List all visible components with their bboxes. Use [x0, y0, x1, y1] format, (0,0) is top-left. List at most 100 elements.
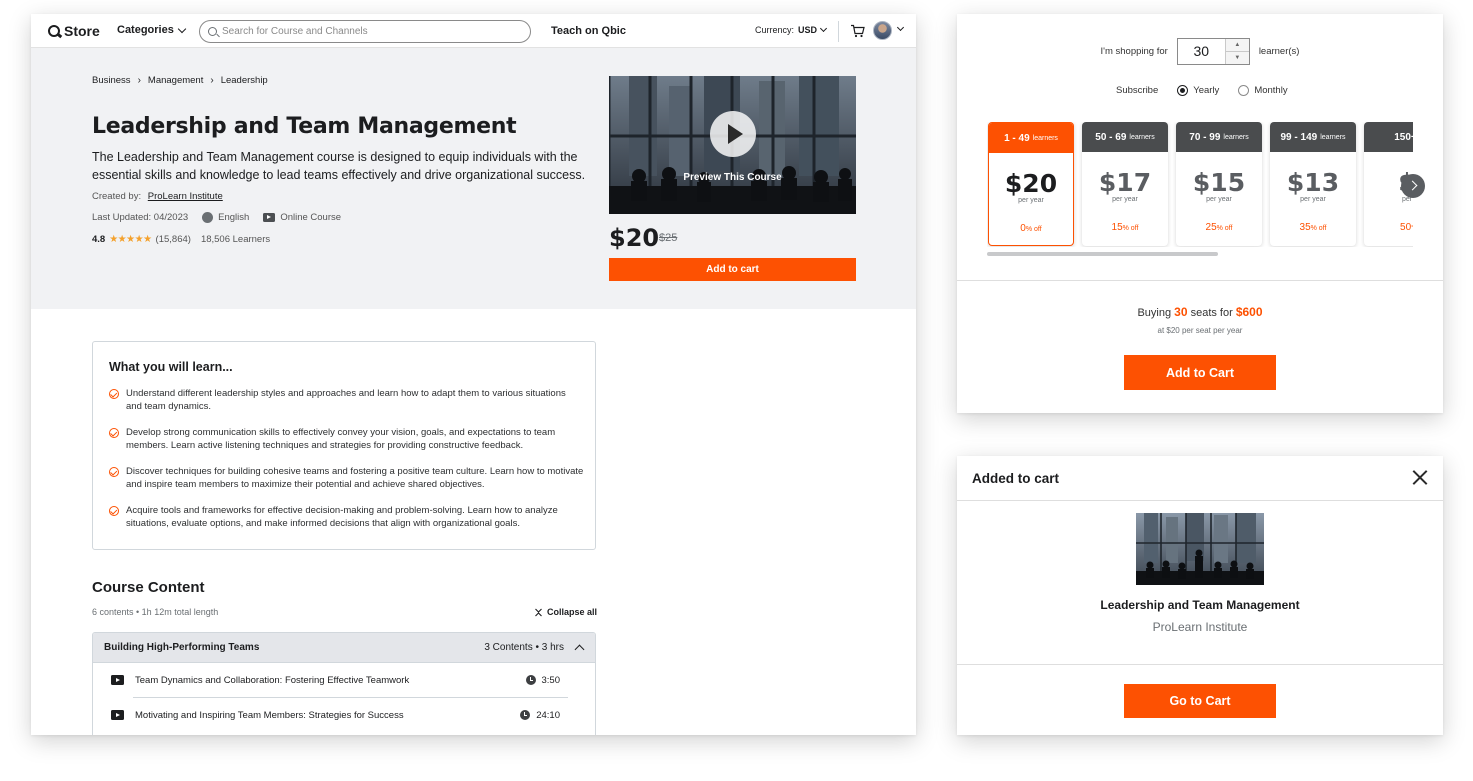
pricing-tiers: 1 - 49 learners $20 per year 0% off 50 - … — [987, 122, 1413, 247]
lesson-row[interactable]: Team Dynamics and Collaboration: Fosteri… — [93, 663, 595, 697]
clock-icon — [520, 710, 531, 720]
discount-label: % off — [1310, 225, 1327, 232]
chevron-right-icon[interactable] — [1401, 174, 1425, 198]
course-page: Store Categories Teach on Qbic Currency:… — [31, 14, 916, 735]
search-bar[interactable] — [199, 20, 531, 43]
rating: 4.8 ★★★★★ (15,864) 18,506 Learners — [92, 234, 270, 245]
original-price: $25 — [659, 232, 678, 244]
collapse-label: Collapse all — [547, 607, 598, 617]
currency-selector[interactable]: Currency: USD — [755, 24, 828, 35]
collapse-all-button[interactable]: Collapse all — [534, 607, 597, 617]
lesson-duration: 3:50 — [525, 674, 561, 686]
add-to-cart-button[interactable]: Add to cart — [609, 258, 856, 281]
nav-divider — [838, 21, 839, 42]
last-updated: Last Updated: 04/2023 — [92, 212, 189, 223]
section-header[interactable]: Building High-Performing Teams 3 Content… — [93, 633, 595, 663]
tier-card[interactable]: 50 - 69 learners $17 per year 15% off — [1082, 122, 1168, 246]
search-icon — [208, 27, 217, 36]
lesson-title: Motivating and Inspiring Team Members: S… — [135, 709, 404, 721]
created-by-label: Created by: — [92, 191, 142, 202]
play-icon[interactable] — [710, 111, 756, 157]
globe-icon — [202, 212, 214, 223]
course-meta: Last Updated: 04/2023 English Online Cou… — [92, 212, 341, 223]
breadcrumb-item[interactable]: Leadership — [221, 75, 268, 86]
tier-card[interactable]: 1 - 49 learners $20 per year 0% off — [988, 122, 1074, 246]
tier-header: 150+ — [1364, 122, 1413, 152]
yearly-radio[interactable]: Yearly — [1177, 85, 1219, 96]
course-description: The Leadership and Team Management cours… — [92, 150, 586, 182]
tier-header: 50 - 69 learners — [1082, 122, 1168, 152]
section-meta: 3 Contents • 3 hrs — [484, 642, 564, 653]
rating-count: (15,864) — [155, 234, 191, 245]
discount-value: 35 — [1299, 222, 1311, 233]
course-content-summary: 6 contents • 1h 12m total length — [92, 607, 219, 617]
tier-card[interactable]: 70 - 99 learners $15 per year 25% off — [1176, 122, 1262, 246]
search-input[interactable] — [222, 26, 502, 37]
radio-icon[interactable] — [1238, 85, 1250, 96]
increment-icon[interactable]: ▲ — [1225, 39, 1249, 51]
tier-card[interactable]: 99 - 149 learners $13 per year 35% off — [1270, 122, 1356, 246]
discount-value: 15 — [1111, 222, 1123, 233]
divider — [957, 280, 1443, 281]
duration-text: 3:50 — [541, 674, 561, 686]
close-icon[interactable] — [1412, 469, 1428, 485]
discount-value: 25 — [1205, 222, 1217, 233]
horizontal-scrollbar[interactable] — [987, 252, 1218, 256]
video-icon — [263, 213, 276, 222]
cart-icon[interactable] — [850, 24, 865, 38]
course-hero: Business › Management › Leadership Leade… — [31, 48, 916, 309]
star-rating-icon: ★★★★★ — [109, 234, 152, 245]
tier-unit: learners — [1032, 134, 1058, 142]
learn-item-text: Develop strong communication skills to e… — [126, 427, 556, 451]
check-circle-icon — [109, 467, 119, 477]
logo[interactable]: Store — [48, 23, 100, 39]
breadcrumb-item[interactable]: Business — [92, 75, 131, 86]
buying-mid: seats for — [1190, 307, 1233, 319]
chevron-down-icon[interactable] — [896, 23, 905, 32]
radio-selected-icon[interactable] — [1177, 85, 1189, 96]
avatar[interactable] — [873, 21, 892, 40]
tier-header: 70 - 99 learners — [1176, 122, 1262, 152]
course-preview-video[interactable]: Preview This Course — [609, 76, 856, 214]
shopping-for-row: I'm shopping for 30 ▲ ▼ learner(s) — [957, 38, 1443, 65]
add-to-cart-button[interactable]: Add to Cart — [1124, 355, 1276, 390]
tier-range: 1 - 49 — [1004, 132, 1030, 144]
list-item: Discover techniques for building cohesiv… — [109, 465, 584, 491]
discount-label: % off — [1025, 226, 1042, 233]
tier-unit: learners — [1129, 133, 1155, 141]
monthly-radio[interactable]: Monthly — [1238, 85, 1288, 96]
chevron-right-icon: › — [137, 75, 141, 86]
learn-item-text: Acquire tools and frameworks for effecti… — [126, 505, 558, 529]
list-item: Develop strong communication skills to e… — [109, 426, 584, 452]
rating-value: 4.8 — [92, 234, 106, 245]
tier-header: 99 - 149 learners — [1270, 122, 1356, 152]
section-title: Building High-Performing Teams — [104, 642, 260, 653]
tier-discount: 0% off — [989, 223, 1073, 234]
go-to-cart-button[interactable]: Go to Cart — [1124, 684, 1276, 718]
logo-text: Store — [64, 23, 100, 39]
lesson-duration: 24:10 — [520, 710, 560, 721]
video-icon — [111, 675, 124, 685]
teach-link[interactable]: Teach on Qbic — [551, 25, 626, 37]
shopping-label: I'm shopping for — [1100, 46, 1168, 57]
quantity-stepper[interactable]: 30 ▲ ▼ — [1176, 38, 1250, 65]
collapse-icon — [535, 608, 542, 616]
course-title: Leadership and Team Management — [92, 114, 517, 139]
discount-label: ° — [1411, 225, 1413, 232]
logo-q-icon — [48, 25, 60, 37]
tier-period: per year — [1300, 196, 1326, 203]
decrement-icon[interactable]: ▼ — [1225, 51, 1249, 64]
tier-period: per — [1401, 196, 1413, 203]
buying-summary: Buying 30 seats for $600 — [957, 305, 1443, 319]
tier-discount: 50° — [1364, 222, 1413, 233]
course-content-title: Course Content — [92, 579, 205, 596]
tier-range: 50 - 69 — [1095, 131, 1127, 143]
preview-label: Preview This Course — [683, 172, 782, 183]
discount-label: % off — [1122, 225, 1139, 232]
list-item: Acquire tools and frameworks for effecti… — [109, 504, 584, 530]
instructor-link[interactable]: ProLearn Institute — [148, 191, 223, 202]
quantity-value[interactable]: 30 — [1178, 39, 1225, 64]
breadcrumb-item[interactable]: Management — [148, 75, 203, 86]
lesson-row[interactable]: Motivating and Inspiring Team Members: S… — [93, 698, 595, 732]
categories-menu[interactable]: Categories — [117, 24, 187, 36]
